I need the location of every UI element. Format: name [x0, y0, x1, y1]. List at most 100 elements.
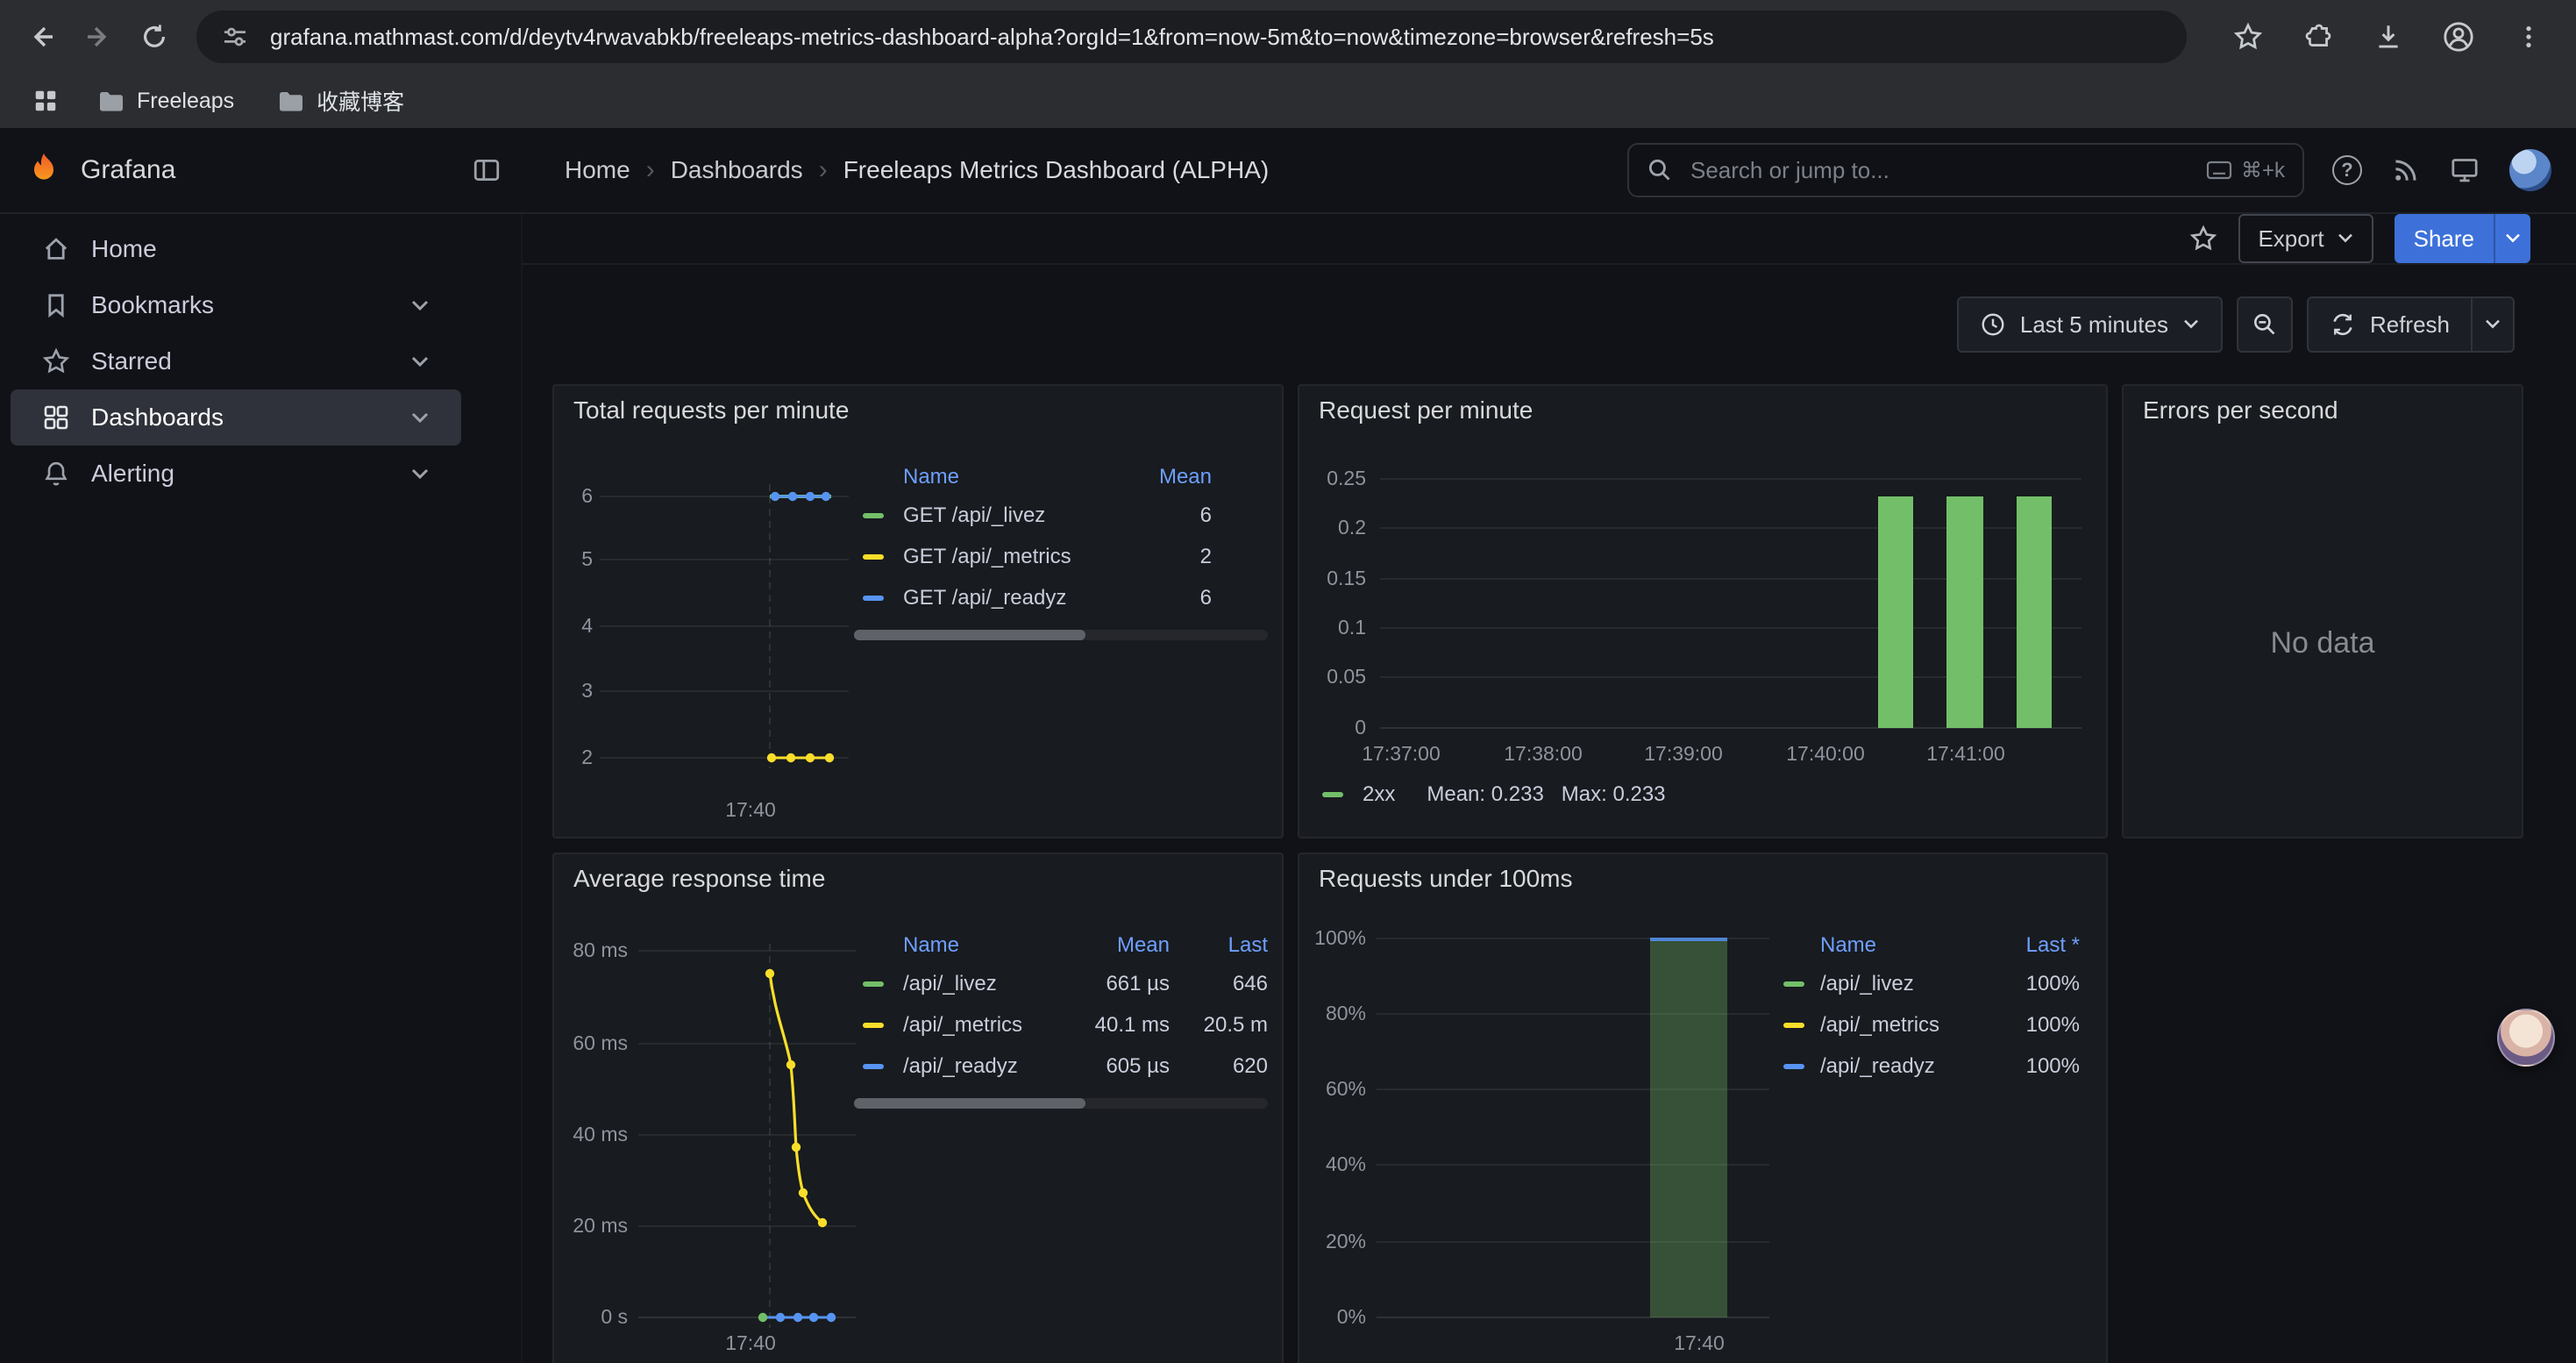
sidebar-item-label: Home: [91, 235, 157, 263]
share-button[interactable]: Share: [2395, 214, 2494, 263]
timeseries-plot[interactable]: [600, 470, 849, 779]
panel-title[interactable]: Errors per second: [2143, 396, 2338, 425]
legend-header-last[interactable]: Last *: [1985, 933, 2080, 958]
chevron-down-icon[interactable]: [410, 354, 430, 368]
y-tick: 80 ms: [561, 938, 628, 962]
assistant-avatar-button[interactable]: [2497, 1009, 2555, 1067]
legend-header-name[interactable]: Name: [854, 933, 1068, 958]
sidebar-item-dashboards[interactable]: Dashboards: [11, 389, 461, 446]
profile-button[interactable]: [2432, 11, 2485, 63]
series-last: 100%: [1985, 1013, 2080, 1038]
legend-header-last[interactable]: Last: [1170, 933, 1268, 958]
panel-title[interactable]: Total requests per minute: [573, 396, 849, 425]
legend-row[interactable]: GET /api/_readyz 6: [854, 577, 1212, 618]
apps-grid-button[interactable]: [25, 80, 67, 122]
refresh-group: Refresh: [2307, 296, 2515, 353]
legend-row[interactable]: /api/_metrics 40.1 ms 20.5 m: [854, 1004, 1268, 1045]
no-data-message: No data: [2124, 626, 2522, 660]
breadcrumb-current[interactable]: Freeleaps Metrics Dashboard (ALPHA): [843, 156, 1270, 184]
series-swatch: [1322, 792, 1343, 797]
series-swatch: [863, 554, 884, 560]
legend-row[interactable]: GET /api/_metrics 2: [854, 536, 1212, 577]
series-last: 100%: [1985, 972, 2080, 996]
legend-row[interactable]: /api/_livez 100%: [1783, 963, 2080, 1004]
bookmark-folder-freeleaps[interactable]: Freeleaps: [84, 82, 246, 120]
display-kiosk-button[interactable]: [2450, 155, 2480, 185]
omnibox[interactable]: [196, 11, 2187, 63]
legend-row[interactable]: /api/_readyz 605 µs 620: [854, 1045, 1268, 1087]
series-last: 620: [1170, 1054, 1268, 1079]
breadcrumb-home[interactable]: Home: [565, 156, 630, 184]
screen: Freeleaps 收藏博客 Grafana Home › Dashboards…: [0, 0, 2576, 1363]
sidebar-item-alerting[interactable]: Alerting: [11, 446, 461, 502]
sidebar-item-bookmarks[interactable]: Bookmarks: [11, 277, 461, 333]
back-button[interactable]: [14, 9, 70, 65]
legend-inline[interactable]: 2xx Mean: 0.233 Max: 0.233: [1322, 782, 1666, 807]
export-button[interactable]: Export: [2238, 214, 2373, 263]
panel-grid: Total requests per minute 6 5 4 3 2: [523, 384, 2576, 1363]
legend-scrollbar-thumb[interactable]: [854, 1098, 1085, 1109]
sidebar-item-starred[interactable]: Starred: [11, 333, 461, 389]
grafana-logo-icon[interactable]: [25, 151, 63, 189]
url-input[interactable]: [267, 22, 2162, 53]
share-menu-button[interactable]: [2494, 214, 2530, 263]
legend-row[interactable]: GET /api/_livez 6: [854, 495, 1212, 536]
x-tick: 17:39:00: [1631, 742, 1736, 766]
news-rss-button[interactable]: [2392, 156, 2420, 184]
bar-plot[interactable]: [1380, 467, 2081, 739]
legend-row[interactable]: /api/_metrics 100%: [1783, 1004, 2080, 1045]
profile-icon: [2442, 20, 2475, 54]
legend-row[interactable]: /api/_readyz 100%: [1783, 1045, 2080, 1087]
series-name: GET /api/_readyz: [903, 586, 1107, 610]
legend-header-name[interactable]: Name: [854, 465, 1107, 489]
series-swatch: [863, 1064, 884, 1069]
bookmark-folder-blogs[interactable]: 收藏博客: [264, 80, 416, 122]
panel-title[interactable]: Request per minute: [1319, 396, 1533, 425]
sidebar-item-home[interactable]: Home: [11, 221, 461, 277]
legend-row[interactable]: /api/_livez 661 µs 646: [854, 963, 1268, 1004]
legend-header-mean[interactable]: Mean: [1068, 933, 1170, 958]
legend-header-name[interactable]: Name: [1783, 933, 1985, 958]
browser-chrome: Freeleaps 收藏博客: [0, 0, 2576, 128]
refresh-interval-button[interactable]: [2473, 296, 2515, 353]
zoom-out-button[interactable]: [2237, 296, 2293, 353]
breadcrumb-dashboards[interactable]: Dashboards: [671, 156, 803, 184]
sidebar-toggle-button[interactable]: [472, 155, 502, 185]
search-box[interactable]: ⌘+k: [1627, 143, 2304, 197]
refresh-button[interactable]: Refresh: [2307, 296, 2473, 353]
legend-scrollbar[interactable]: [854, 630, 1268, 640]
help-button[interactable]: ?: [2332, 155, 2362, 185]
downloads-button[interactable]: [2362, 11, 2415, 63]
bookmark-page-button[interactable]: [2222, 11, 2274, 63]
series-last: 20.5 m: [1170, 1013, 1268, 1038]
time-range-picker[interactable]: Last 5 minutes: [1957, 296, 2223, 353]
user-avatar[interactable]: [2509, 149, 2551, 191]
site-settings-icon[interactable]: [221, 23, 249, 51]
legend-scrollbar[interactable]: [854, 1098, 1268, 1109]
chevron-down-icon[interactable]: [410, 410, 430, 425]
legend-header-mean[interactable]: Mean: [1107, 465, 1212, 489]
chevron-down-icon[interactable]: [410, 467, 430, 481]
reload-button[interactable]: [126, 9, 182, 65]
browser-menu-button[interactable]: [2502, 11, 2555, 63]
favorite-dashboard-button[interactable]: [2189, 225, 2217, 253]
series-mean: 661 µs: [1068, 972, 1170, 996]
chevron-down-icon[interactable]: [410, 298, 430, 312]
forward-arrow-icon: [84, 23, 112, 51]
search-input[interactable]: [1687, 155, 2192, 186]
y-tick: 5: [561, 547, 593, 571]
panel-title[interactable]: Average response time: [573, 865, 825, 893]
forward-button[interactable]: [70, 9, 126, 65]
sidebar-item-label: Starred: [91, 347, 172, 375]
panel-title[interactable]: Requests under 100ms: [1319, 865, 1573, 893]
search-shortcut-keys: ⌘+k: [2241, 158, 2285, 183]
legend-scrollbar-thumb[interactable]: [854, 630, 1085, 640]
timeseries-plot[interactable]: [638, 935, 856, 1356]
extensions-button[interactable]: [2292, 11, 2345, 63]
bar-plot[interactable]: [1377, 931, 1769, 1324]
apps-grid-icon: [32, 88, 59, 114]
brand-name[interactable]: Grafana: [81, 155, 175, 185]
series-name: /api/_metrics: [1820, 1013, 1985, 1038]
keyboard-icon: [2206, 161, 2232, 180]
series-mean: 605 µs: [1068, 1054, 1170, 1079]
